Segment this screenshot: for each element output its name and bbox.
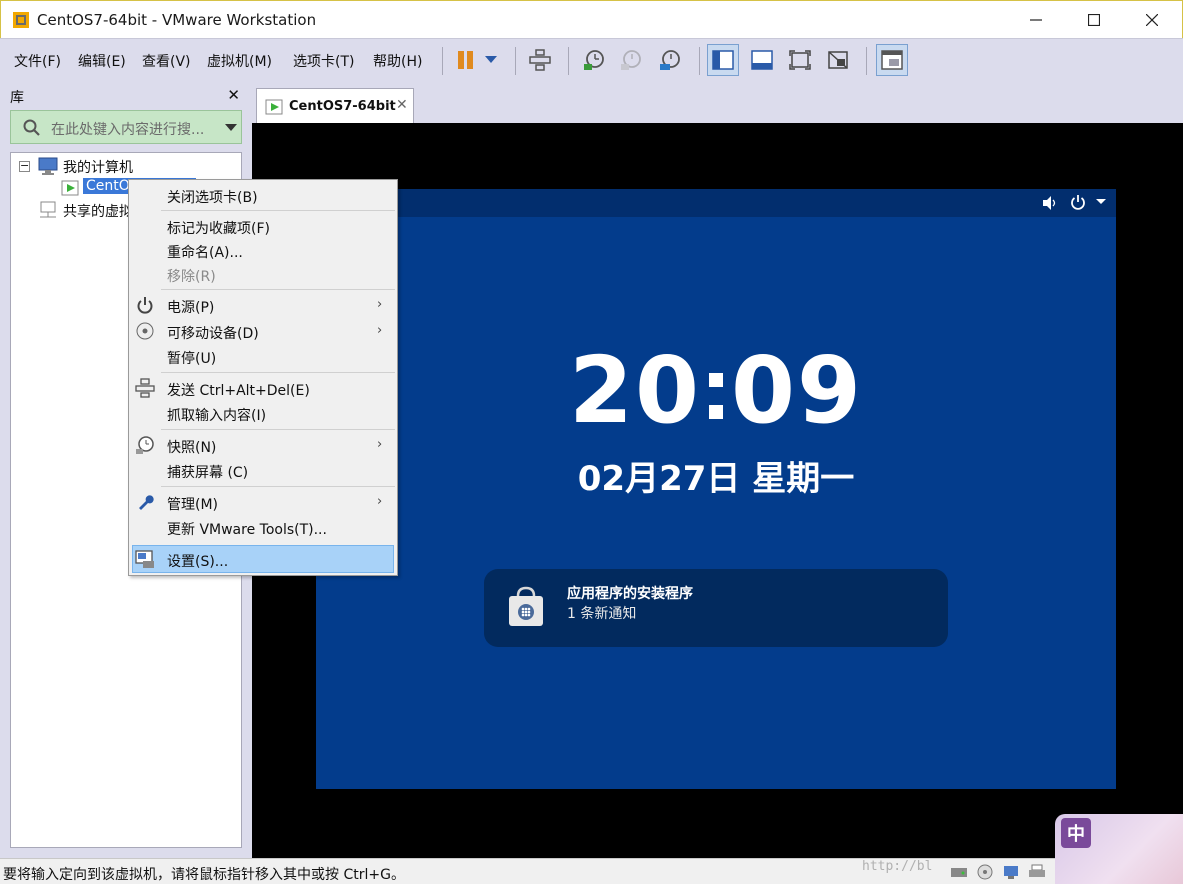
- menu-edit[interactable]: 编辑(E): [78, 51, 126, 71]
- send-ctrl-alt-del-icon[interactable]: [524, 44, 556, 76]
- menu-mark-favorite[interactable]: 标记为收藏项(F): [167, 218, 270, 238]
- submenu-arrow-icon: ›: [377, 437, 383, 452]
- close-library-icon[interactable]: ✕: [227, 86, 240, 104]
- thumbnail-bar-icon[interactable]: [746, 44, 778, 76]
- menu-toolbar: 文件(F) 编辑(E) 查看(V) 虚拟机(M) 选项卡(T) 帮助(H): [0, 38, 1183, 82]
- clock-minutes: 09: [731, 337, 864, 444]
- vm-tab-icon: [265, 99, 283, 115]
- menu-separator: [161, 372, 395, 373]
- status-bar: 要将输入定向到该虚拟机，请将鼠标指针移入其中或按 Ctrl+G。 http://…: [0, 858, 1183, 884]
- vmware-app-icon: [13, 12, 29, 28]
- search-icon: [23, 119, 40, 136]
- hard-disk-icon[interactable]: [950, 865, 968, 879]
- power-dropdown-icon[interactable]: [478, 44, 504, 76]
- chevron-down-icon[interactable]: [225, 124, 237, 132]
- submenu-arrow-icon: ›: [377, 297, 383, 312]
- software-bag-icon: [509, 586, 543, 626]
- minimize-button[interactable]: [1007, 1, 1065, 39]
- toolbar-separator: [442, 47, 443, 75]
- notification-title: 应用程序的安装程序: [567, 586, 693, 602]
- close-window-button[interactable]: [1123, 1, 1181, 39]
- toolbar-separator: [515, 47, 516, 75]
- menu-capture-screen[interactable]: 捕获屏幕 (C): [167, 462, 248, 482]
- toolbar-separator: [568, 47, 569, 75]
- computer-icon: [38, 157, 58, 175]
- window-title: CentOS7-64bit - VMware Workstation: [37, 11, 317, 29]
- tab-strip: CentOS7-64bit ✕: [252, 82, 1183, 123]
- menu-separator: [161, 429, 395, 430]
- chevron-down-icon[interactable]: [1096, 199, 1106, 205]
- menu-update-vmware-tools[interactable]: 更新 VMware Tools(T)...: [167, 519, 327, 539]
- menu-separator: [161, 486, 395, 487]
- notification-body: 1 条新通知: [567, 606, 637, 622]
- wrench-icon: [134, 491, 156, 513]
- tree-item-shared-vms[interactable]: 共享的虚拟: [63, 201, 133, 221]
- take-snapshot-icon[interactable]: [578, 44, 610, 76]
- menu-rename[interactable]: 重命名(A)...: [167, 242, 243, 262]
- search-placeholder: 在此处键入内容进行搜...: [51, 122, 205, 138]
- menu-tabs[interactable]: 选项卡(T): [293, 51, 354, 71]
- submenu-arrow-icon: ›: [377, 494, 383, 509]
- tree-item-my-computer[interactable]: 我的计算机: [63, 157, 133, 177]
- toolbar-separator: [699, 47, 700, 75]
- menu-snapshot[interactable]: 快照(N): [167, 437, 216, 457]
- close-tab-icon[interactable]: ✕: [396, 97, 408, 113]
- vm-running-icon: [61, 180, 79, 196]
- full-screen-icon[interactable]: [784, 44, 816, 76]
- menu-separator: [161, 210, 395, 211]
- console-view-icon[interactable]: [876, 44, 908, 76]
- clock-colon: [709, 367, 723, 427]
- toolbar-separator: [866, 47, 867, 75]
- printer-icon[interactable]: [1028, 864, 1046, 880]
- tab-centos[interactable]: CentOS7-64bit ✕: [256, 88, 414, 123]
- menu-send-ctrl-alt-del[interactable]: 发送 Ctrl+Alt+Del(E): [167, 380, 310, 400]
- menu-file[interactable]: 文件(F): [14, 51, 61, 71]
- clock-hours: 20: [568, 337, 701, 444]
- menu-view[interactable]: 查看(V): [142, 51, 191, 71]
- clock-display: 20 09: [316, 337, 1116, 444]
- notification-card[interactable]: 应用程序的安装程序 1 条新通知: [484, 569, 948, 647]
- power-icon: [134, 294, 156, 316]
- send-keys-icon: [134, 377, 156, 399]
- revert-snapshot-icon: [615, 44, 647, 76]
- snapshot-icon: [134, 434, 156, 456]
- library-search-input[interactable]: 在此处键入内容进行搜...: [10, 110, 242, 144]
- menu-close-tab[interactable]: 关闭选项卡(B): [167, 187, 258, 207]
- removable-device-icon: [134, 320, 156, 342]
- unity-icon[interactable]: [822, 44, 854, 76]
- tab-label: CentOS7-64bit: [289, 99, 396, 114]
- menu-pause[interactable]: 暂停(U): [167, 348, 216, 368]
- maximize-button[interactable]: [1065, 1, 1123, 39]
- menu-help[interactable]: 帮助(H): [373, 51, 422, 71]
- date-display: 02月27日 星期一: [577, 459, 855, 499]
- menu-power[interactable]: 电源(P): [167, 297, 214, 317]
- volume-icon[interactable]: [1042, 195, 1058, 211]
- menu-separator: [161, 289, 395, 290]
- ime-chinese-mode[interactable]: 中: [1061, 818, 1091, 848]
- ime-indicator[interactable]: 中: [1055, 814, 1183, 884]
- guest-top-bar: [316, 189, 1116, 217]
- settings-icon: [134, 548, 156, 570]
- library-title: 库: [10, 90, 24, 106]
- snapshot-manager-icon[interactable]: [654, 44, 686, 76]
- status-message: 要将输入定向到该虚拟机，请将鼠标指针移入其中或按 Ctrl+G。: [3, 867, 405, 883]
- cd-drive-icon[interactable]: [976, 864, 994, 880]
- show-library-icon[interactable]: [707, 44, 739, 76]
- vm-context-menu: 关闭选项卡(B) 标记为收藏项(F) 重命名(A)... 移除(R) 电源(P)…: [128, 179, 398, 576]
- network-icon[interactable]: [1002, 864, 1020, 880]
- menu-grab-input[interactable]: 抓取输入内容(I): [167, 405, 266, 425]
- menu-vm[interactable]: 虚拟机(M): [207, 51, 272, 71]
- watermark-text: http://bl: [862, 859, 933, 874]
- menu-settings[interactable]: 设置(S)...: [167, 551, 228, 571]
- shared-vms-icon: [40, 201, 56, 218]
- submenu-arrow-icon: ›: [377, 323, 383, 338]
- title-bar: CentOS7-64bit - VMware Workstation: [0, 0, 1183, 38]
- guest-lock-screen[interactable]: 20 09 02月27日 星期一 应用程序的安装程序 1 条新通知: [316, 189, 1116, 789]
- menu-remove: 移除(R): [167, 269, 216, 285]
- menu-removable-devices[interactable]: 可移动设备(D): [167, 323, 259, 343]
- collapse-toggle-icon[interactable]: −: [19, 160, 30, 172]
- menu-manage[interactable]: 管理(M): [167, 494, 218, 514]
- power-icon[interactable]: [1070, 194, 1086, 210]
